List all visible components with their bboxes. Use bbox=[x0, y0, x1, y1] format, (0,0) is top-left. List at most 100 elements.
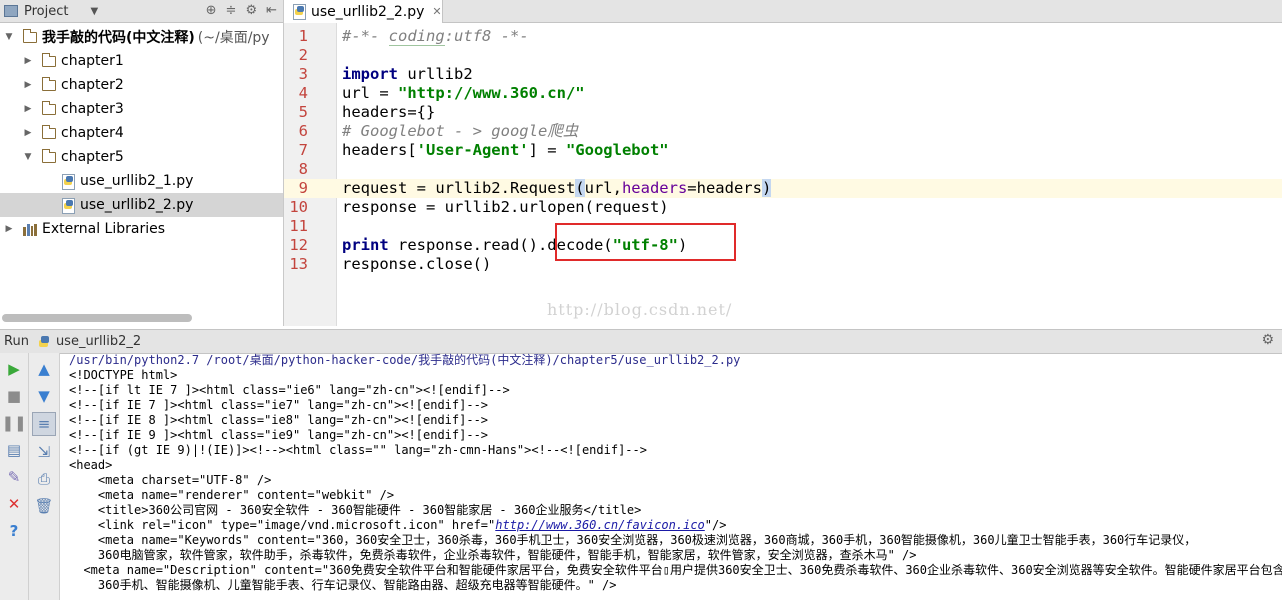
line-number: 8 bbox=[298, 160, 308, 178]
project-icon bbox=[4, 5, 18, 17]
code-line: 1 #-*- coding:utf8 -*- bbox=[284, 27, 1282, 46]
console-output[interactable]: /usr/bin/python2.7 /root/桌面/python-hacke… bbox=[62, 353, 1282, 600]
code-line: 13 response.close() bbox=[284, 255, 1282, 274]
stop-icon[interactable]: ■ bbox=[3, 385, 25, 407]
expand-arrow-icon[interactable]: ▶ bbox=[22, 128, 34, 138]
tree-item-label: External Libraries bbox=[42, 221, 165, 237]
pin-icon[interactable]: ✎ bbox=[3, 466, 25, 488]
console-line: 360电脑管家，软件管家，软件助手，杀毒软件，免费杀毒软件，企业杀毒软件，智能硬… bbox=[69, 548, 917, 562]
line-number: 11 bbox=[289, 217, 308, 235]
horizontal-scrollbar[interactable] bbox=[2, 314, 192, 322]
expand-arrow-icon[interactable]: ▼ bbox=[3, 32, 15, 42]
python-run-icon bbox=[37, 335, 50, 348]
tree-item-label: chapter4 bbox=[61, 125, 124, 141]
line-number: 10 bbox=[289, 198, 308, 216]
console-line: <title>360公司官网 - 360安全软件 - 360智能硬件 - 360… bbox=[69, 503, 642, 517]
chevron-down-icon[interactable]: ▼ bbox=[90, 6, 98, 17]
folder-icon bbox=[22, 28, 37, 43]
console-line: /usr/bin/python2.7 /root/桌面/python-hacke… bbox=[69, 353, 741, 367]
console-line: <!DOCTYPE html> bbox=[69, 368, 178, 382]
tree-item-external-libraries[interactable]: ▶ External Libraries bbox=[0, 217, 283, 241]
python-file-icon bbox=[293, 4, 306, 20]
folder-icon bbox=[41, 76, 56, 91]
code-line: 4 url = "http://www.360.cn/" bbox=[284, 84, 1282, 103]
folder-icon bbox=[41, 52, 56, 67]
expand-arrow-icon[interactable]: ▶ bbox=[22, 104, 34, 114]
tree-item-chapter5[interactable]: ▼ chapter5 bbox=[0, 145, 283, 169]
gear-icon[interactable]: ⚙ bbox=[1261, 332, 1274, 348]
line-number: 1 bbox=[298, 27, 308, 45]
code-line: 5 headers={} bbox=[284, 103, 1282, 122]
expand-arrow-icon[interactable]: ▶ bbox=[22, 80, 34, 90]
annotation-highlight-box bbox=[555, 223, 736, 261]
line-number: 6 bbox=[298, 122, 308, 140]
arrow-down-icon[interactable]: ▼ bbox=[33, 385, 55, 407]
favicon-link[interactable]: http://www.360.cn/favicon.ico bbox=[495, 518, 705, 532]
expand-arrow-icon[interactable]: ▶ bbox=[3, 224, 15, 234]
console-line: <!--[if IE 8 ]><html class="ie8" lang="z… bbox=[69, 413, 489, 427]
tree-item-file-1[interactable]: use_urllib2_1.py bbox=[0, 169, 283, 193]
crosshair-icon[interactable]: ⊕ bbox=[206, 3, 217, 18]
pause-icon[interactable]: ❚❚ bbox=[1, 412, 26, 434]
tree-item-chapter3[interactable]: ▶ chapter3 bbox=[0, 97, 283, 121]
line-number: 5 bbox=[298, 103, 308, 121]
trash-icon[interactable]: 🗑 bbox=[33, 495, 55, 517]
console-line: <meta charset="UTF-8" /> bbox=[69, 473, 272, 487]
code-area[interactable]: 1 #-*- coding:utf8 -*- 2 3 import urllib2 … bbox=[284, 27, 1282, 274]
tree-item-chapter1[interactable]: ▶ chapter1 bbox=[0, 49, 283, 73]
console-line: <meta name="renderer" content="webkit" /… bbox=[69, 488, 395, 502]
soft-wrap-icon[interactable]: ≡ bbox=[32, 412, 56, 436]
root-path: (~/桌面/py bbox=[197, 30, 270, 46]
run-config-name[interactable]: use_urllib2_2 bbox=[56, 334, 141, 349]
folder-icon bbox=[41, 148, 56, 163]
project-header: Project ▼ ⊕ ≑ ⚙ ⇤ bbox=[0, 0, 283, 23]
console-line: <!--[if (gt IE 9)|!(IE)]><!--><html clas… bbox=[69, 443, 647, 457]
code-line: 6 # Googlebot - > google爬虫 bbox=[284, 122, 1282, 141]
folder-icon bbox=[41, 124, 56, 139]
line-number: 3 bbox=[298, 65, 308, 83]
folder-icon bbox=[41, 100, 56, 115]
root-name: 我手敲的代码(中文注释) bbox=[42, 30, 195, 46]
tree-item-label: chapter1 bbox=[61, 53, 124, 69]
rerun-icon[interactable]: ▶ bbox=[3, 358, 25, 380]
project-view-selector[interactable]: Project bbox=[4, 4, 68, 19]
tab-label: use_urllib2_2.py bbox=[311, 3, 425, 20]
collapse-icon[interactable]: ≑ bbox=[226, 3, 237, 18]
python-file-icon bbox=[62, 197, 75, 214]
console-line-link: <link rel="icon" type="image/vnd.microso… bbox=[62, 518, 1282, 533]
run-panel-header: Run use_urllib2_2 ⚙ bbox=[0, 329, 1282, 354]
gear-icon[interactable]: ⚙ bbox=[245, 3, 257, 18]
close-icon[interactable]: ✕ bbox=[3, 493, 25, 515]
hide-panel-icon[interactable]: ⇤ bbox=[266, 3, 277, 18]
run-label: Run bbox=[4, 334, 29, 349]
code-line: 8 bbox=[284, 160, 1282, 179]
tree-root[interactable]: ▼ 我手敲的代码(中文注释) (~/桌面/py bbox=[0, 25, 283, 49]
console-text: "/> bbox=[704, 518, 727, 532]
console-line: <meta name="Keywords" content="360，360安全… bbox=[69, 533, 1197, 547]
help-icon[interactable]: ? bbox=[3, 520, 25, 542]
project-tree: ▼ 我手敲的代码(中文注释) (~/桌面/py ▶ chapter1 ▶ cha… bbox=[0, 23, 283, 241]
tree-item-chapter4[interactable]: ▶ chapter4 bbox=[0, 121, 283, 145]
tab-use-urllib2-2[interactable]: use_urllib2_2.py ✕ bbox=[284, 0, 443, 23]
scroll-to-end-icon[interactable]: ⇲ bbox=[33, 441, 55, 463]
close-icon[interactable]: ✕ bbox=[432, 5, 441, 18]
console-line: <meta name="Description" content="360免费安… bbox=[69, 563, 1282, 577]
code-editor[interactable]: 1 #-*- coding:utf8 -*- 2 3 import urllib2 … bbox=[284, 23, 1282, 326]
expand-arrow-icon[interactable]: ▶ bbox=[22, 56, 34, 66]
layout-icon[interactable]: ▤ bbox=[3, 439, 25, 461]
code-line: 11 bbox=[284, 217, 1282, 236]
tree-item-label: chapter2 bbox=[61, 77, 124, 93]
console-text: <link rel="icon" type="image/vnd.microso… bbox=[69, 518, 496, 532]
tree-item-chapter2[interactable]: ▶ chapter2 bbox=[0, 73, 283, 97]
code-line: 7 headers['User-Agent'] = "Googlebot" bbox=[284, 141, 1282, 160]
tree-item-label: chapter3 bbox=[61, 101, 124, 117]
console-line: <head> bbox=[69, 458, 113, 472]
print-icon[interactable]: ⎙ bbox=[33, 468, 55, 490]
project-title: Project bbox=[24, 3, 69, 19]
line-number: 2 bbox=[298, 46, 308, 64]
expand-arrow-icon[interactable]: ▼ bbox=[22, 152, 34, 162]
code-line-current: 9 request = urllib2.Request(url,headers=h… bbox=[284, 179, 1282, 198]
code-line: 3 import urllib2 bbox=[284, 65, 1282, 84]
tree-item-file-2[interactable]: use_urllib2_2.py bbox=[0, 193, 283, 217]
arrow-up-icon[interactable]: ▲ bbox=[33, 358, 55, 380]
